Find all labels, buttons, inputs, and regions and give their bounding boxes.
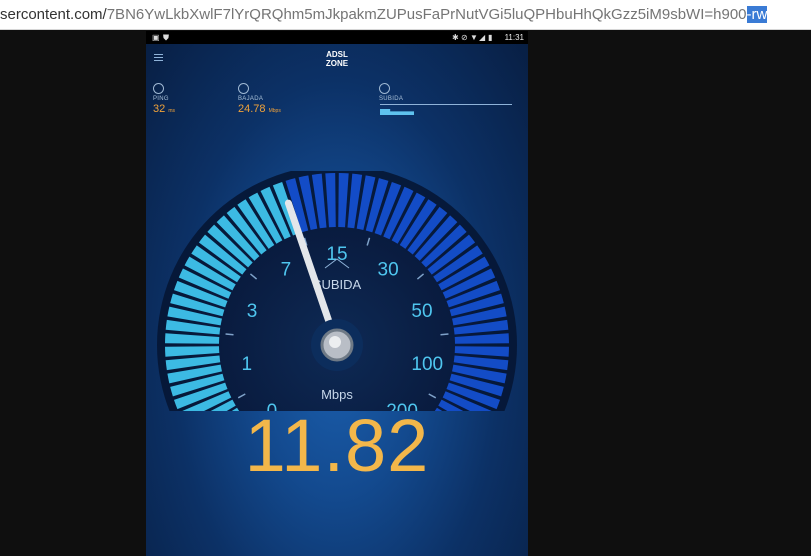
download-value: 24.78 Mbps	[238, 103, 281, 115]
upload-label: SUBIDA	[379, 96, 404, 102]
gauge-tick-label: 1	[241, 354, 252, 375]
browser-address-bar[interactable]: sercontent.com/7BN6YwLkbXwlF7lYrQRQhm5mJ…	[0, 0, 811, 30]
mute-icon: ⊘	[461, 33, 468, 42]
ping-unit: ms	[168, 108, 175, 114]
ping-value: 32 ms	[153, 103, 175, 115]
gauge-minor-tick	[225, 333, 234, 336]
ping-metric: PING 32 ms	[153, 83, 175, 115]
gauge-unit-label: Mbps	[321, 387, 353, 402]
gauge-tick-label: 7	[281, 260, 292, 281]
gauge-tick-label: 30	[378, 260, 399, 281]
upload-graph-bar	[380, 109, 414, 115]
gauge-tick-label: 100	[411, 354, 443, 375]
hub-highlight	[329, 336, 341, 348]
upload-icon	[379, 83, 390, 94]
logo-line-2: ZONE	[325, 59, 349, 68]
url-selected-text: -rw	[746, 6, 768, 23]
shield-icon: ⛊	[163, 33, 169, 42]
phone-screenshot: ▣ ⛊ ✱ ⊘ ▼ ◢ ▮ 11:31 ADSL ZONE PING 32 ms…	[146, 31, 528, 556]
upload-graph-baseline	[380, 104, 512, 105]
status-bar: ▣ ⛊ ✱ ⊘ ▼ ◢ ▮ 11:31	[146, 31, 528, 44]
app-logo: ADSL ZONE	[317, 50, 357, 68]
download-number: 24.78	[238, 103, 266, 115]
speed-reading: 11.82	[244, 404, 430, 487]
gauge-tick-label: 50	[411, 301, 432, 322]
ping-label: PING	[153, 96, 169, 102]
url-prefix: sercontent.com/	[0, 6, 107, 23]
ping-number: 32	[153, 103, 166, 115]
bluetooth-icon: ✱	[452, 33, 459, 42]
url-path: 7BN6YwLkbXwlF7lYrQRQhm5mJkpakmZUPusFaPrN…	[106, 6, 747, 23]
signal-icon: ◢	[479, 33, 486, 42]
speed-gauge: 0137153050100200 SUBIDA Mbps	[157, 171, 517, 411]
notification-icon: ▣	[152, 33, 160, 42]
download-unit: Mbps	[268, 108, 281, 114]
url-text[interactable]: sercontent.com/7BN6YwLkbXwlF7lYrQRQhm5mJ…	[0, 4, 811, 26]
battery-icon: ▮	[488, 33, 493, 42]
wifi-icon: ▼	[470, 33, 478, 42]
ping-icon	[153, 83, 164, 94]
logo-line-1: ADSL	[326, 50, 348, 59]
app-bar: ADSL ZONE	[146, 44, 528, 74]
download-icon	[238, 83, 249, 94]
download-label: BAJADA	[238, 96, 264, 102]
hamburger-menu-icon[interactable]	[154, 54, 163, 61]
upload-metric: SUBIDA	[379, 83, 403, 102]
gauge-tick-label: 15	[326, 244, 347, 265]
gauge-tick-label: 3	[247, 301, 258, 322]
status-time: 11:31	[504, 33, 524, 42]
download-metric: BAJADA 24.78 Mbps	[238, 83, 281, 115]
gauge-minor-tick	[440, 333, 449, 336]
